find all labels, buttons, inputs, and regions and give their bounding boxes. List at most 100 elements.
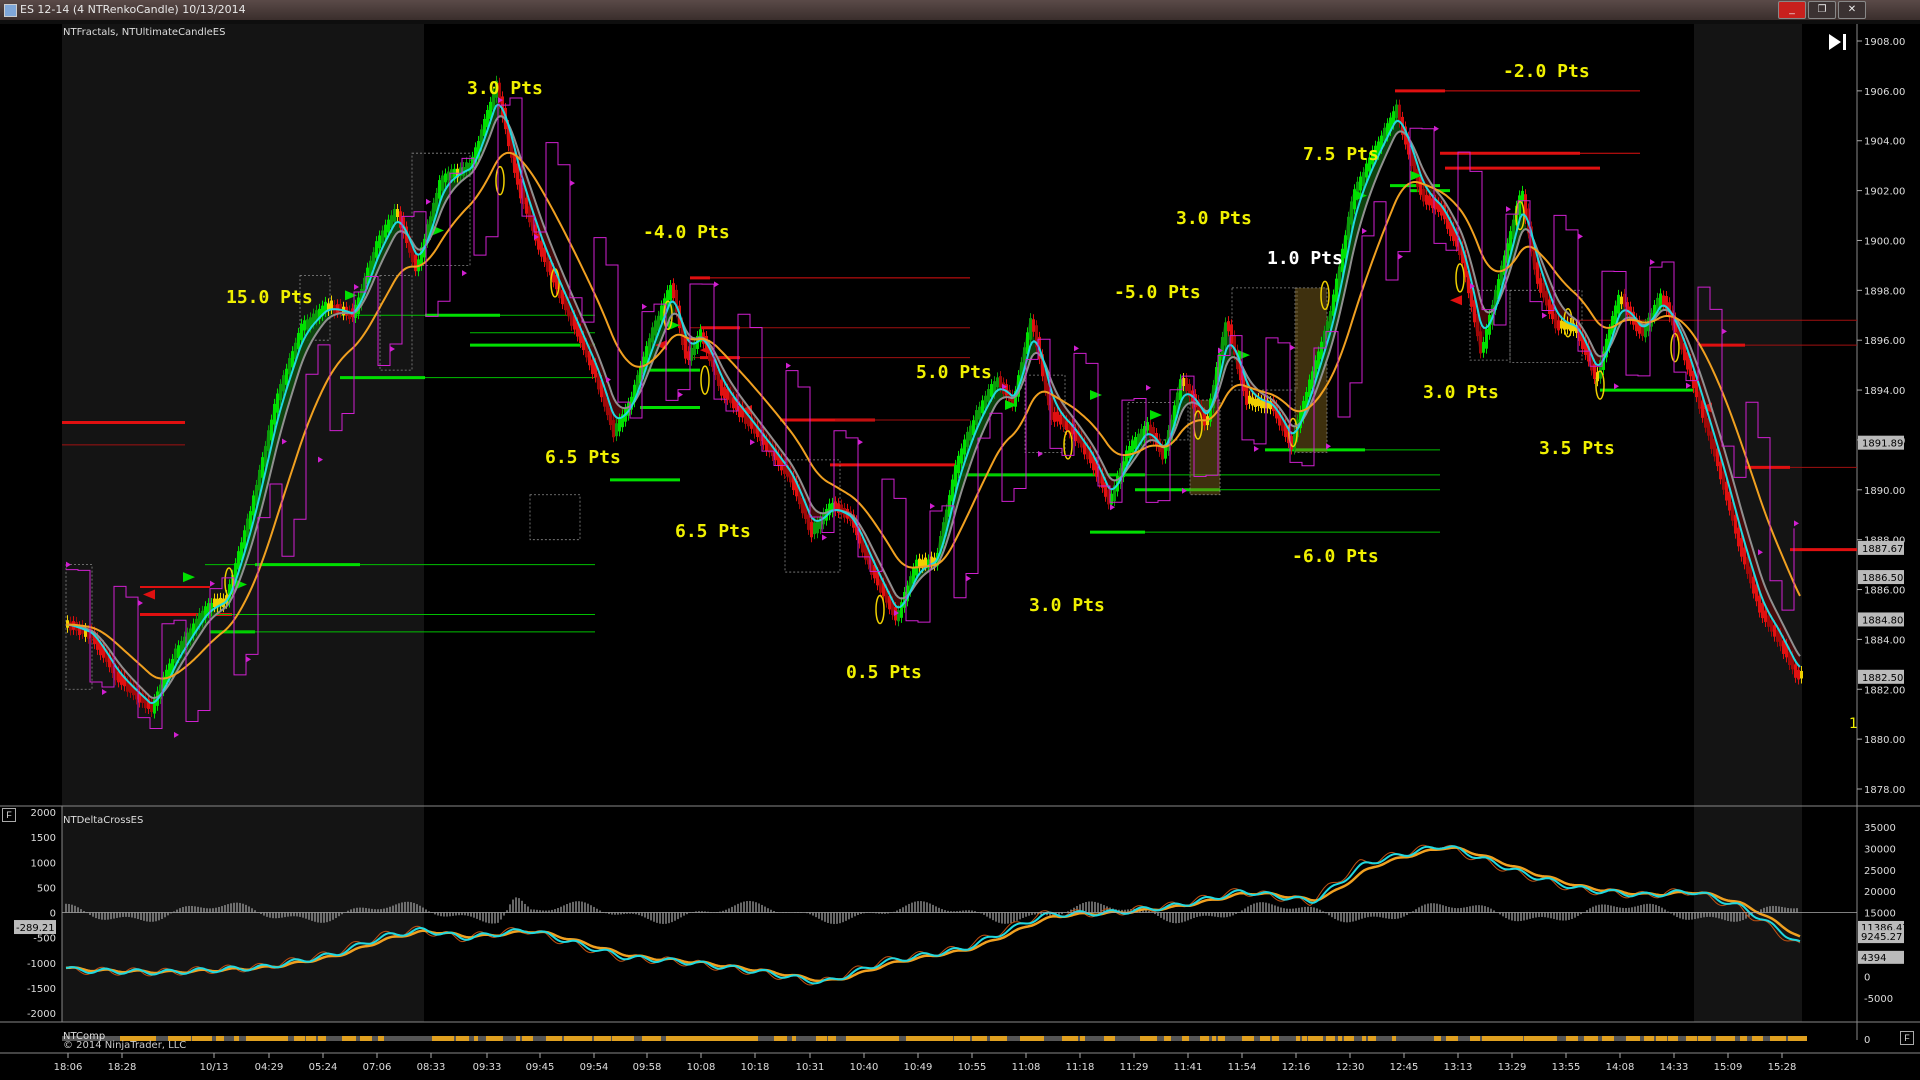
time-tick-label: 09:58 — [633, 1062, 662, 1073]
ntcomp-dot — [1308, 1036, 1315, 1041]
ntcomp-dot — [1470, 1036, 1480, 1041]
time-tick-label: 10:49 — [904, 1062, 933, 1073]
session-shade-left-delta — [62, 806, 424, 1022]
fractal-marker — [426, 198, 431, 205]
ntcomp-dot — [996, 1036, 1003, 1041]
signal-ellipse — [700, 365, 710, 395]
chart-canvas[interactable]: 1908.00 1906.00 1904.00 1902.00 1900.00 1898.… — [0, 24, 1920, 1080]
trade-annotation: 3.0 Pts — [1176, 208, 1252, 229]
fractal-marker — [1614, 383, 1619, 390]
ntcomp-dot — [1512, 1036, 1519, 1041]
fractal-marker — [642, 303, 647, 310]
fractal-marker — [1434, 125, 1439, 132]
time-tick-label: 14:08 — [1606, 1062, 1635, 1073]
ntcomp-dot — [516, 1036, 520, 1041]
ntcomp-dot — [234, 1036, 239, 1041]
ntcomp-dot — [1074, 1036, 1078, 1041]
fractal-marker — [1650, 259, 1655, 266]
trade-annotation: 3.0 Pts — [1029, 595, 1105, 616]
fractal-marker — [1398, 253, 1403, 260]
close-button[interactable]: ✕ — [1838, 1, 1866, 19]
ntcomp-dot — [264, 1036, 271, 1041]
ntcomp-dot — [564, 1036, 576, 1041]
time-tick-label: 07:06 — [363, 1062, 392, 1073]
go-to-end-icon[interactable] — [1826, 30, 1850, 54]
time-tick-label: 09:33 — [473, 1062, 502, 1073]
price-tick-label: 1894.00 — [1864, 386, 1905, 397]
delta-panel-label: NTDeltaCrossES — [63, 815, 144, 826]
fractal-marker — [930, 503, 935, 510]
delta-left-tick-label: 500 — [37, 883, 56, 894]
price-tag-label: 1884.80 — [1862, 615, 1903, 626]
price-tag-label: 1891.89 — [1862, 439, 1903, 450]
ntcomp-dot — [378, 1036, 384, 1041]
ntcomp-dot — [954, 1036, 960, 1041]
ntcomp-dot — [1740, 1036, 1747, 1041]
ntcomp-dot — [558, 1036, 562, 1041]
fractal-marker — [714, 281, 719, 288]
time-tick-label: 11:29 — [1120, 1062, 1149, 1073]
ntcomp-dot — [1722, 1036, 1735, 1041]
ntcomp-tick-label: 0 — [1864, 1035, 1870, 1046]
time-tick-label: 13:55 — [1552, 1062, 1581, 1073]
ntcomp-dot — [630, 1036, 634, 1041]
ntcomp-dot — [1368, 1036, 1376, 1041]
minimize-button[interactable]: _ — [1778, 1, 1806, 19]
maximize-button[interactable]: ❐ — [1808, 1, 1836, 19]
delta-left-tick-label: -2000 — [27, 1009, 56, 1020]
delta-right-tick-label: 15000 — [1864, 909, 1896, 920]
ntcomp-dot — [1650, 1036, 1654, 1041]
window-titlebar: ES 12-14 (4 NTRenkoCandle) 10/13/2014 _ … — [0, 0, 1920, 20]
ntcomp-dot — [1530, 1036, 1537, 1041]
ntcomp-dot — [1326, 1036, 1335, 1041]
ntcomp-dot — [876, 1036, 883, 1041]
ntcomp-dot — [582, 1036, 588, 1041]
fractal-marker — [822, 534, 827, 541]
time-tick-label: 10/13 — [200, 1062, 229, 1073]
ntcomp-dot — [1248, 1036, 1252, 1041]
time-tick-label: 10:55 — [958, 1062, 987, 1073]
ntcomp-dot — [1518, 1036, 1523, 1041]
ntcomp-dot — [1314, 1036, 1323, 1041]
panel-f-button[interactable]: F — [2, 808, 16, 822]
panel-f-button-2[interactable]: F — [1900, 1031, 1914, 1045]
price-tick-label: 1900.00 — [1864, 236, 1905, 247]
time-tick-label: 10:18 — [741, 1062, 770, 1073]
fractal-marker — [750, 439, 755, 446]
ntcomp-dot — [978, 1036, 987, 1041]
ntcomp-dot — [474, 1036, 478, 1041]
delta-left-tick-label: 0 — [50, 909, 56, 920]
up-arrow — [1090, 390, 1102, 401]
trade-annotation: 5.0 Pts — [916, 362, 992, 383]
ntcomp-dot — [438, 1036, 444, 1041]
time-tick-label: 11:18 — [1066, 1062, 1095, 1073]
ntcomp-dot — [318, 1036, 326, 1041]
delta-right-tick-label: 25000 — [1864, 866, 1896, 877]
ntcomp-dot — [1212, 1036, 1216, 1041]
ntcomp-dot — [498, 1036, 503, 1041]
price-tick-label: 1906.00 — [1864, 87, 1905, 98]
ntcomp-dot — [1164, 1036, 1171, 1041]
delta-right-tick-label: 35000 — [1864, 823, 1896, 834]
ntcomp-dot — [1218, 1036, 1225, 1041]
ntcomp-dot — [1302, 1036, 1307, 1041]
ntcomp-dot — [294, 1036, 305, 1041]
edge-label: 1 — [1849, 716, 1858, 732]
price-tick-label: 1898.00 — [1864, 286, 1905, 297]
trade-annotation: -4.0 Pts — [643, 222, 730, 243]
ntcomp-dot — [894, 1036, 899, 1041]
ntcomp-dot — [252, 1036, 259, 1041]
ntcomp-dot — [930, 1036, 937, 1041]
ntcomp-dot — [1110, 1036, 1115, 1041]
time-tick-label: 09:54 — [580, 1062, 609, 1073]
ntcomp-dot — [588, 1036, 592, 1041]
ntcomp-dot — [192, 1036, 205, 1041]
ntcomp-dot — [1590, 1036, 1598, 1041]
ntcomp-dot — [1038, 1036, 1044, 1041]
session-shade-left — [62, 24, 424, 806]
ntcomp-dot — [1698, 1036, 1711, 1041]
ntcomp-dot — [1350, 1036, 1354, 1041]
price-tick-label: 1886.00 — [1864, 586, 1905, 597]
up-arrow — [1150, 410, 1162, 420]
time-tick-label: 10:40 — [850, 1062, 879, 1073]
